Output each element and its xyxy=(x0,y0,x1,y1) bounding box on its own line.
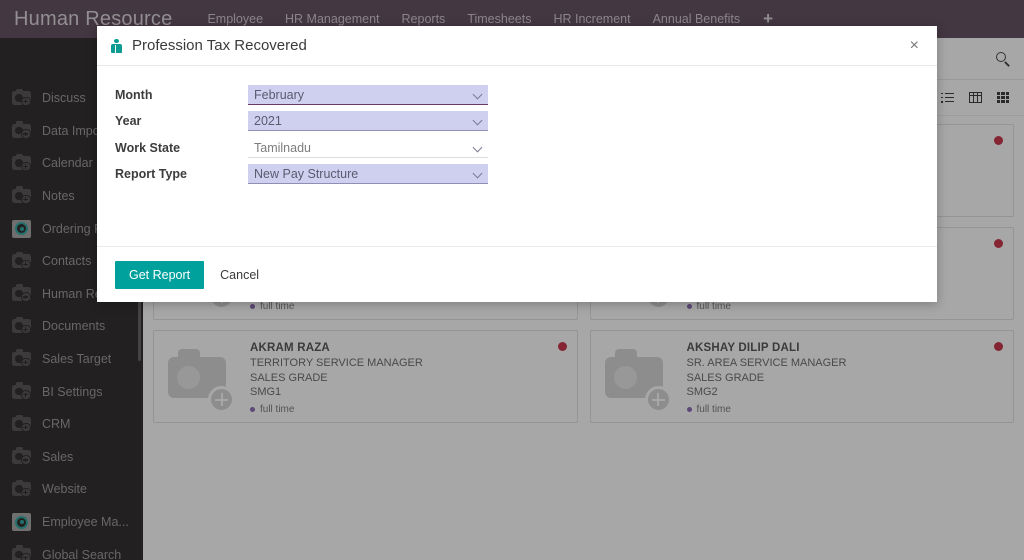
person-teal-icon xyxy=(109,38,123,53)
report-type-select[interactable]: New Pay Structure xyxy=(248,164,488,185)
close-icon[interactable]: × xyxy=(906,35,923,57)
field-label: Work State xyxy=(115,140,181,155)
form-row: Work State Tamilnadu xyxy=(115,135,937,161)
field-wrapper: 2021 xyxy=(248,111,488,132)
field-label: Month xyxy=(115,87,153,102)
dialog-body: Month February Year 2021 Work State Tamilnadu… xyxy=(97,66,937,246)
field-wrapper: Tamilnadu xyxy=(248,137,488,158)
form-row: Month February xyxy=(115,82,937,108)
dialog-header: Profession Tax Recovered × xyxy=(97,26,937,66)
dialog-title: Profession Tax Recovered xyxy=(132,37,307,54)
field-wrapper: New Pay Structure xyxy=(248,164,488,185)
profession-tax-dialog: Profession Tax Recovered × Month February… xyxy=(97,26,937,302)
field-label: Report Type xyxy=(115,167,187,182)
month-select[interactable]: February xyxy=(248,84,488,105)
cancel-button[interactable]: Cancel xyxy=(214,261,265,289)
field-label: Year xyxy=(115,114,142,129)
dialog-footer: Get Report Cancel xyxy=(97,246,937,302)
get-report-button[interactable]: Get Report xyxy=(115,260,205,289)
application-window: Human Resource Employee HR Management Repo… xyxy=(0,0,1024,560)
year-select[interactable]: 2021 xyxy=(248,111,488,132)
field-wrapper: February xyxy=(248,84,488,105)
form-row: Report Type New Pay Structure xyxy=(115,162,937,188)
form-row: Year 2021 xyxy=(115,109,937,135)
work-state-select[interactable]: Tamilnadu xyxy=(248,137,488,158)
